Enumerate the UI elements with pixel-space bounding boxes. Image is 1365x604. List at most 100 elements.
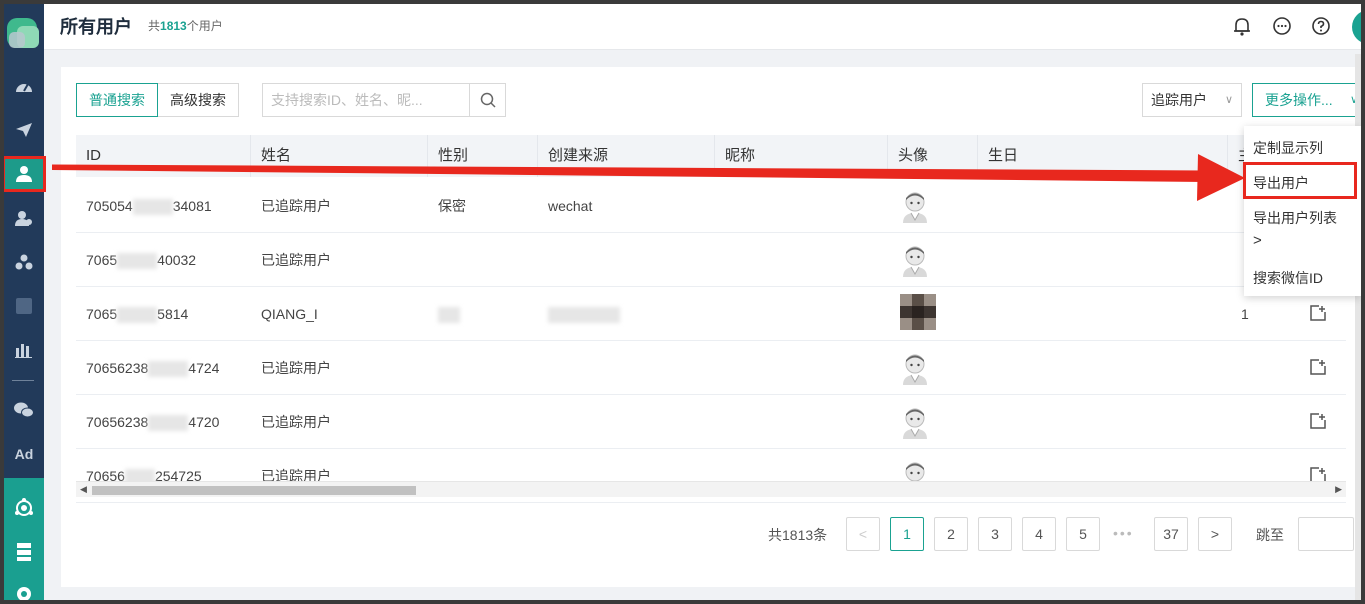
wechat-icon [14, 402, 34, 418]
default-avatar-icon [900, 243, 930, 277]
cell-name: 已追踪用户 [261, 414, 331, 430]
cell-source [538, 395, 548, 449]
messages-button[interactable] [1271, 15, 1293, 37]
column-header-gender[interactable]: 性别 [428, 135, 538, 177]
column-header-avatar[interactable]: 头像 [888, 135, 978, 177]
column-header-name[interactable]: 姓名 [251, 135, 428, 177]
user-count-value: 1813 [160, 19, 187, 33]
sidebar-bottom [4, 478, 44, 600]
more-actions-label: 更多操作... [1265, 92, 1333, 108]
table-row[interactable]: 7065 5814 QIANG_I 1 [76, 287, 1346, 341]
cell-id: 7065 5814 [86, 306, 189, 324]
cell-gender-redacted [428, 287, 460, 341]
chevron-down-icon: ∨ [1224, 94, 1233, 106]
cell-id: 70656238 4720 [86, 414, 220, 432]
help-button[interactable] [1310, 15, 1332, 37]
app-window: Ad 所有用户 共1813个用户 普通搜索 高级搜索 支持搜索ID、姓名、昵..… [4, 4, 1361, 600]
page-button[interactable]: 4 [1022, 517, 1056, 551]
table-row[interactable]: 70656238 4720 已追踪用户 [76, 395, 1346, 449]
hub-icon [15, 498, 33, 516]
more-actions-menu: 定制显示列 导出用户 导出用户列表 > 搜索微信ID [1243, 126, 1361, 296]
default-avatar-icon [900, 405, 930, 439]
page-button[interactable]: 5 [1066, 517, 1100, 551]
cell-source [538, 341, 548, 395]
table-row[interactable]: 7065 40032 已追踪用户 [76, 233, 1346, 287]
track-users-label: 追踪用户 [1151, 92, 1207, 108]
page-title: 所有用户 [60, 17, 132, 37]
scroll-right-icon[interactable]: ▶ [1335, 484, 1342, 495]
page-button[interactable]: 3 [978, 517, 1012, 551]
users-panel: 普通搜索 高级搜索 追踪用户 ∨ 更多操作... ∨ ID 姓名 性别 创建来源… [61, 67, 1361, 587]
menu-item-custom-columns[interactable]: 定制显示列 [1253, 138, 1323, 158]
bell-icon [1234, 18, 1250, 36]
user-count: 共1813个用户 [148, 19, 223, 33]
help-icon [1312, 17, 1330, 35]
logo-icon [7, 18, 39, 48]
more-actions-button[interactable]: 更多操作... ∨ [1252, 83, 1361, 117]
page-button[interactable]: 37 [1154, 517, 1188, 551]
edit-icon[interactable] [1309, 358, 1327, 376]
sidebar-item-users[interactable] [4, 156, 46, 192]
notification-button[interactable] [1231, 15, 1253, 37]
sidebar-item-wechat[interactable] [4, 394, 44, 426]
search-input[interactable] [263, 84, 470, 116]
cell-id: 70656238 4724 [86, 360, 220, 378]
page-button[interactable]: 1 [890, 517, 924, 551]
cell-gender: 保密 [438, 198, 466, 214]
cell-id: 7065 40032 [86, 252, 197, 270]
scrollbar-thumb[interactable] [92, 486, 416, 495]
next-page-button[interactable]: > [1198, 517, 1232, 551]
search-button[interactable] [469, 84, 505, 116]
sidebar-item-settings[interactable] [4, 578, 44, 600]
scroll-left-icon[interactable]: ◀ [80, 484, 87, 495]
edit-icon[interactable] [1309, 412, 1327, 430]
sidebar-item-campaign[interactable] [4, 114, 44, 146]
pagination-total: 共1813条 [768, 527, 828, 543]
column-header-id[interactable]: ID [76, 135, 251, 177]
pagination-ellipsis[interactable]: ••• [1113, 525, 1134, 541]
table-header: ID 姓名 性别 创建来源 昵称 头像 生日 主 [76, 135, 1346, 177]
edit-icon[interactable] [1309, 304, 1327, 322]
dashboard-icon [16, 83, 32, 92]
cell-gender [428, 233, 438, 287]
search-box [262, 83, 506, 117]
sidebar-item-groups[interactable] [4, 202, 44, 234]
menu-item-export-user-list[interactable]: 导出用户列表 [1253, 208, 1337, 228]
sidebar-item-ad[interactable]: Ad [4, 438, 44, 470]
search-icon [480, 92, 496, 108]
settings-icon [17, 587, 31, 600]
cell-gender [428, 341, 438, 395]
avatar[interactable] [1352, 10, 1361, 44]
sidebar-item-analytics[interactable] [4, 334, 44, 366]
bar-chart-icon [15, 344, 32, 358]
advanced-search-tab[interactable]: 高级搜索 [158, 83, 239, 117]
menu-item-search-wechat-id[interactable]: 搜索微信ID [1253, 268, 1323, 288]
sidebar-divider [12, 380, 34, 381]
table-row[interactable]: 705054 34081 已追踪用户 保密 wechat [76, 179, 1346, 233]
column-header-source[interactable]: 创建来源 [538, 135, 715, 177]
cell-id: 705054 34081 [86, 198, 212, 216]
cell-source: wechat [548, 198, 593, 214]
track-users-select[interactable]: 追踪用户 ∨ [1142, 83, 1242, 117]
database-icon [17, 543, 31, 561]
column-header-birthday[interactable]: 生日 [978, 135, 1228, 177]
normal-search-tab[interactable]: 普通搜索 [76, 83, 158, 117]
cell-source [538, 233, 548, 287]
sidebar-item-segments[interactable] [4, 246, 44, 278]
sidebar-item-data[interactable] [4, 536, 44, 568]
cell-source-redacted [538, 287, 620, 341]
table-row[interactable]: 70656238 4724 已追踪用户 [76, 341, 1346, 395]
sidebar-item-tags[interactable] [4, 290, 44, 322]
horizontal-scrollbar[interactable]: ◀ ▶ [76, 481, 1346, 497]
column-header-nickname[interactable]: 昵称 [715, 135, 888, 177]
jump-page-input[interactable] [1298, 517, 1354, 551]
search-mode-toggle: 普通搜索 高级搜索 [76, 83, 239, 117]
prev-page-button[interactable]: < [846, 517, 880, 551]
sidebar-item-dashboard[interactable] [4, 70, 44, 102]
sidebar-item-hub[interactable] [4, 492, 44, 524]
cell-name: 已追踪用户 [261, 198, 331, 214]
cell-gender [428, 395, 438, 449]
chat-icon [1273, 17, 1291, 35]
menu-item-export-users[interactable]: 导出用户 [1253, 173, 1309, 193]
page-button[interactable]: 2 [934, 517, 968, 551]
